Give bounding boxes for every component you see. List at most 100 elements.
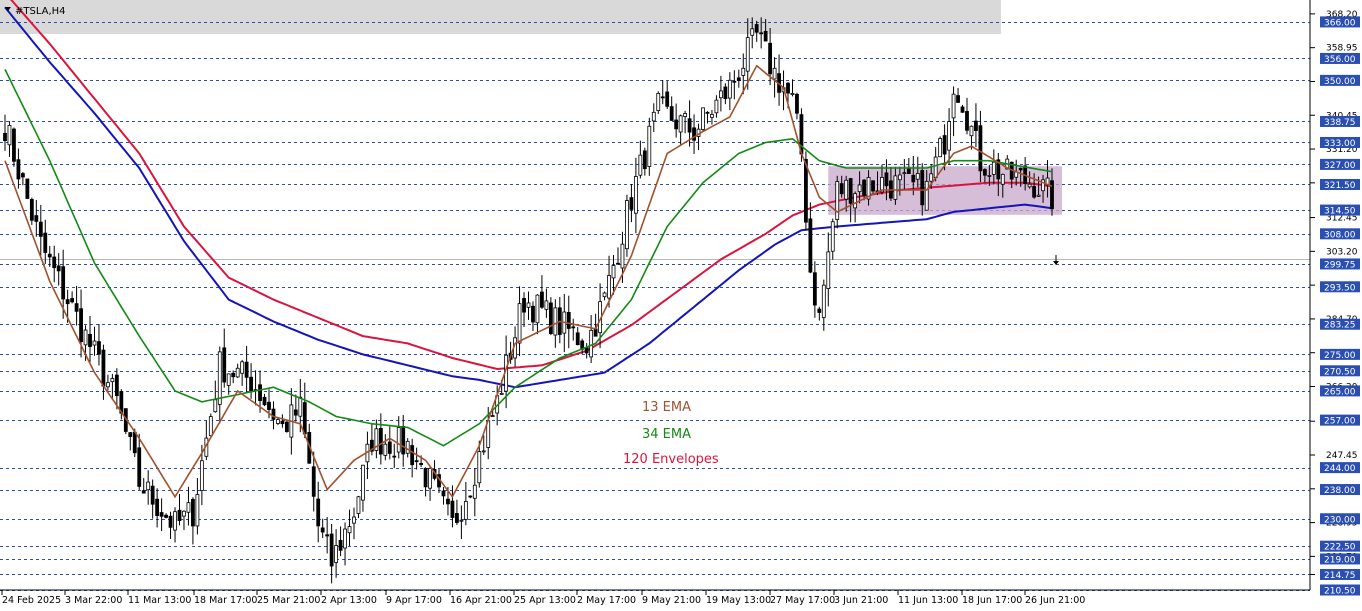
chart-window: 368.20358.95349.70340.45331.20321.95312.… [0,0,1362,611]
price-level-label: 275.00 [1320,348,1360,361]
candle-body [29,199,34,221]
price-level-label: 214.75 [1320,568,1360,581]
x-tick-label: 18 Jun 17:00 [962,595,1022,606]
candle-body [320,527,325,533]
candle-body [660,96,665,99]
price-level-label: 338.75 [1320,115,1360,128]
candle [647,117,652,176]
price-level-label: 293.50 [1320,281,1360,293]
candle-body [441,490,446,497]
candle-body [387,441,392,454]
candle [517,286,522,357]
candle [575,327,580,346]
price-level-label: 366.00 [1320,16,1360,28]
candle-body [428,467,432,489]
candle-body [750,28,755,36]
candle-body [414,460,419,463]
candle [173,507,177,543]
candle-body [481,450,486,453]
candle-body [714,99,719,114]
candle-body [871,180,875,192]
candle [678,114,683,145]
candle [723,83,728,105]
candle-body [911,174,916,183]
candle-body [347,526,352,534]
candle-body [146,481,151,491]
price-level-label: 244.00 [1320,462,1360,474]
candle [276,418,280,426]
price-level-label: 299.75 [1320,258,1360,270]
x-tick-label: 27 May 17:00 [770,595,835,606]
candle [853,191,858,223]
y-tick-label: 247.45 [1326,451,1358,461]
candle-body [114,374,119,397]
price-level-label: 350.00 [1320,74,1360,87]
candle-body [405,440,410,454]
candle-body [540,291,544,308]
candle-body [687,118,692,133]
candle-body [410,445,415,466]
candle [696,123,701,151]
candle-body [951,93,956,119]
candle [177,493,182,526]
price-level-label-text: 327.00 [1324,161,1356,171]
candle-body [1050,180,1054,210]
candle-body [929,173,934,182]
candle [548,297,553,336]
candle-body [745,37,750,72]
candle [817,306,822,321]
candle-body [195,494,200,527]
x-tick-label: 26 Jun 21:00 [1025,595,1085,606]
candle [29,197,34,225]
candle-body [16,159,21,180]
candle-body [316,498,321,527]
candle-body [12,128,16,162]
candle-body [267,401,271,410]
candle [88,315,92,363]
price-level-label: 356.00 [1320,52,1360,65]
price-level-label-text: 219.00 [1324,555,1356,565]
candle-body [1018,167,1023,171]
symbol-header[interactable]: #TSLA,H4 [5,6,66,17]
candle-body [651,111,656,122]
candle-body [531,305,535,323]
candle-body [611,265,616,279]
candle-body [499,393,504,395]
candle-body [669,106,674,121]
candle-body [20,173,25,178]
candle-body [150,485,155,505]
candle [540,275,544,309]
candle [616,247,620,265]
candle [38,204,43,256]
candle-body [571,326,576,329]
candle-body [293,409,298,416]
candle-body [222,347,227,383]
candle-body [884,172,889,187]
price-level-label-text: 222.50 [1324,543,1356,553]
legend-ema34: 34 EMA [642,427,691,442]
candle-body [817,308,822,313]
candle-body [1000,173,1005,185]
candle [736,69,741,88]
candle [965,97,969,135]
candle [222,328,227,388]
x-tick-label: 25 Mar 21:00 [257,595,320,606]
candle-body [938,138,943,158]
candle-body [933,156,938,179]
candle-body [844,179,849,200]
candle [195,478,200,535]
candle-body [647,125,652,167]
candle-body [548,302,553,334]
price-chart[interactable]: 368.20358.95349.70340.45331.20321.95312.… [0,0,1362,611]
candle-body [168,515,173,528]
candle-body [38,221,43,237]
candle [656,91,661,115]
price-level-label-text: 333.00 [1324,139,1356,149]
candle-body [423,467,428,488]
candle-body [893,175,898,200]
candle [589,315,594,364]
candle-body [97,341,101,355]
candle-body [34,215,39,222]
x-tick-label: 3 Jun 21:00 [834,595,888,606]
candle [302,382,307,439]
